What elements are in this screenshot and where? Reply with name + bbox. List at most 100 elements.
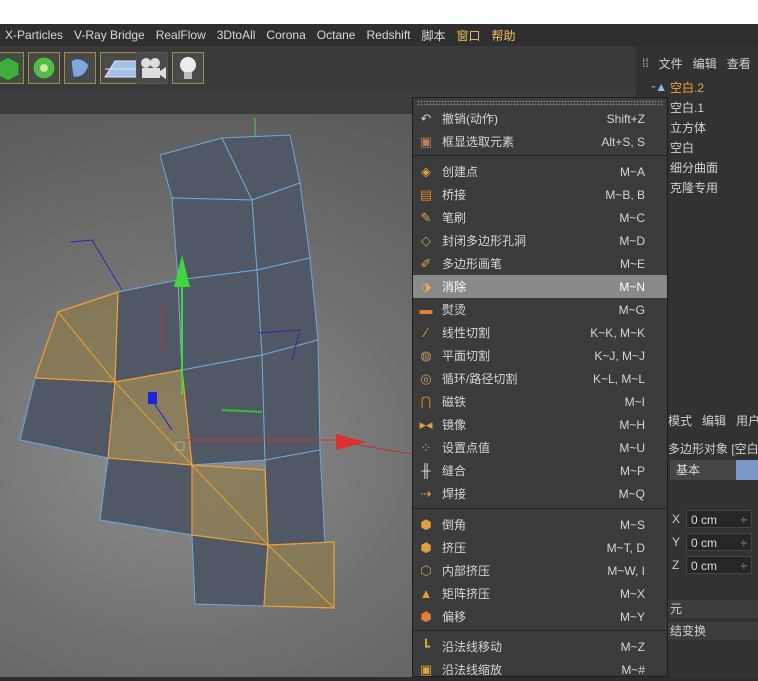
menu-item[interactable]: ⇢ 焊接 M~Q <box>413 482 667 505</box>
coord-x-field[interactable]: 0 cm <box>686 510 752 529</box>
menu-3dtoall[interactable]: 3DtoAll <box>217 28 256 42</box>
menu-script[interactable]: 脚本 <box>422 27 446 44</box>
menu-redshift[interactable]: Redshift <box>366 28 410 42</box>
menu-item[interactable]: ⬢ 倒角 M~S <box>413 513 667 536</box>
menu-item[interactable]: ┗ 沿法线移动 M~Z <box>413 635 667 658</box>
menu-item-label: 沿法线移动 <box>442 640 503 654</box>
tab-basic[interactable]: 基本 <box>670 460 736 480</box>
menu-separator <box>413 508 667 509</box>
menu-item-label: 熨烫 <box>442 303 467 317</box>
menu-corona[interactable]: Corona <box>266 28 305 42</box>
dissolve-icon: ⬗ <box>421 278 431 294</box>
menu-item[interactable]: ▣ 沿法线缩放 M~# <box>413 658 667 681</box>
subdivision-icon[interactable] <box>28 52 60 84</box>
menu-item-shortcut: M~B, B <box>605 187 645 202</box>
menu-item[interactable]: ◍ 平面切割 K~J, M~J <box>413 344 667 367</box>
deformer-icon[interactable] <box>64 52 96 84</box>
menu-vray-bridge[interactable]: V-Ray Bridge <box>74 28 145 42</box>
camera-icon[interactable] <box>136 52 168 84</box>
am-tab-user[interactable]: 用户 <box>736 412 758 429</box>
coord-y-field[interactable]: 0 cm <box>686 533 752 552</box>
menu-item-shortcut: M~A <box>619 164 645 179</box>
menu-item[interactable]: ◎ 循环/路径切割 K~L, M~L <box>413 367 667 390</box>
om-tab-view[interactable]: 查看 <box>727 55 751 72</box>
menu-item-label: 设置点值 <box>442 441 491 455</box>
menu-item[interactable]: ▸◂ 镜像 M~H <box>413 413 667 436</box>
menu-item[interactable]: ⬢ 挤压 M~T, D <box>413 536 667 559</box>
object-row[interactable]: 立方体 <box>670 118 706 138</box>
menu-help[interactable]: 帮助 <box>492 27 516 44</box>
menu-grip[interactable] <box>417 100 663 106</box>
stitch-icon: ╫ <box>421 463 431 478</box>
menu-item[interactable]: ▬ 熨烫 M~G <box>413 298 667 321</box>
menu-item-label: 创建点 <box>442 165 479 179</box>
object-row[interactable]: 空白 <box>670 138 694 158</box>
menu-item[interactable]: ↶ 撤销(动作) Shift+Z <box>413 107 667 130</box>
menu-item[interactable]: ⬡ 内部挤压 M~W, I <box>413 559 667 582</box>
menu-item[interactable]: ◈ 创建点 M~A <box>413 160 667 183</box>
section-freeze[interactable]: 元 <box>668 600 758 618</box>
om-tab-edit[interactable]: 编辑 <box>693 55 717 72</box>
section-transform[interactable]: 结变换 <box>668 622 758 640</box>
menu-item[interactable]: ◇ 封闭多边形孔洞 M~D <box>413 229 667 252</box>
menu-item-shortcut: M~U <box>619 440 645 455</box>
menu-item[interactable]: ▣ 框显选取元素 Alt+S, S <box>413 130 667 153</box>
window-top-strip <box>0 0 758 24</box>
am-tab-edit[interactable]: 编辑 <box>702 412 726 429</box>
menu-item-shortcut: M~I <box>624 394 645 409</box>
loop-cut-icon: ◎ <box>420 370 432 386</box>
menu-item[interactable]: ⁘ 设置点值 M~U <box>413 436 667 459</box>
menu-window[interactable]: 窗口 <box>457 27 481 44</box>
bridge-icon: ▤ <box>419 186 433 202</box>
menu-item-shortcut: M~W, I <box>607 563 645 578</box>
menu-item-label: 沿法线缩放 <box>442 663 503 677</box>
menu-item-shortcut: Alt+S, S <box>601 134 645 149</box>
menu-item-shortcut: M~C <box>619 210 645 225</box>
object-row[interactable]: 空白.1 <box>670 98 704 118</box>
menu-item-label: 偏移 <box>442 610 467 624</box>
am-tab-mode[interactable]: 模式 <box>668 412 692 429</box>
menu-item-label: 消除 <box>442 280 467 294</box>
menu-item-shortcut: M~Q <box>618 486 645 501</box>
coord-z-label: Z <box>672 558 680 572</box>
tab-coordinates[interactable] <box>736 460 758 480</box>
menu-item-shortcut: M~Z <box>620 639 645 654</box>
create-point-icon: ◈ <box>421 163 431 179</box>
object-row[interactable]: 空白.2 <box>670 78 704 98</box>
smooth-shift-icon: ⬢ <box>420 608 432 624</box>
object-row[interactable]: 克隆专用 <box>670 178 718 198</box>
coord-y-row: Y 0 cm <box>672 532 752 552</box>
menu-item[interactable]: ∕ 线性切割 K~K, M~K <box>413 321 667 344</box>
menu-item[interactable]: ╫ 缝合 M~P <box>413 459 667 482</box>
menu-item-shortcut: M~N <box>619 279 645 294</box>
object-manager-header: ⁞⁞ 文件 编辑 查看 <box>636 52 758 74</box>
om-tab-file[interactable]: 文件 <box>659 55 683 72</box>
menu-item[interactable]: ⬗ 消除 M~N <box>413 275 667 298</box>
coord-z-field[interactable]: 0 cm <box>686 556 752 575</box>
cube-icon[interactable] <box>0 52 24 84</box>
attribute-manager-header: 模式 编辑 用户 <box>668 412 758 429</box>
coord-z-row: Z 0 cm <box>672 555 752 575</box>
menu-octane[interactable]: Octane <box>317 28 356 42</box>
polygon-pen-icon: ✐ <box>420 255 432 271</box>
menu-item[interactable]: ✐ 多边形画笔 M~E <box>413 252 667 275</box>
menu-item-shortcut: M~S <box>619 517 645 532</box>
undo-icon: ↶ <box>420 110 432 126</box>
light-icon[interactable] <box>172 52 204 84</box>
coord-y-label: Y <box>672 535 681 549</box>
menu-item[interactable]: ⬢ 偏移 M~Y <box>413 605 667 628</box>
menu-item[interactable]: ▤ 桥接 M~B, B <box>413 183 667 206</box>
menu-item-shortcut: M~T, D <box>606 540 645 555</box>
menu-item-label: 内部挤压 <box>442 564 491 578</box>
main-toolbar <box>0 46 636 92</box>
menu-item-shortcut: M~H <box>619 417 645 432</box>
menu-item[interactable]: ⋂ 磁铁 M~I <box>413 390 667 413</box>
menu-item-label: 倒角 <box>442 518 467 532</box>
menu-item[interactable]: ✎ 笔刷 M~C <box>413 206 667 229</box>
object-row[interactable]: 细分曲面 <box>670 158 718 178</box>
menu-realflow[interactable]: RealFlow <box>156 28 206 42</box>
normal-scale-icon: ▣ <box>419 661 433 677</box>
menu-item[interactable]: ▲ 矩阵挤压 M~X <box>413 582 667 605</box>
menu-x-particles[interactable]: X-Particles <box>5 28 63 42</box>
menu-item-label: 循环/路径切割 <box>442 372 518 386</box>
